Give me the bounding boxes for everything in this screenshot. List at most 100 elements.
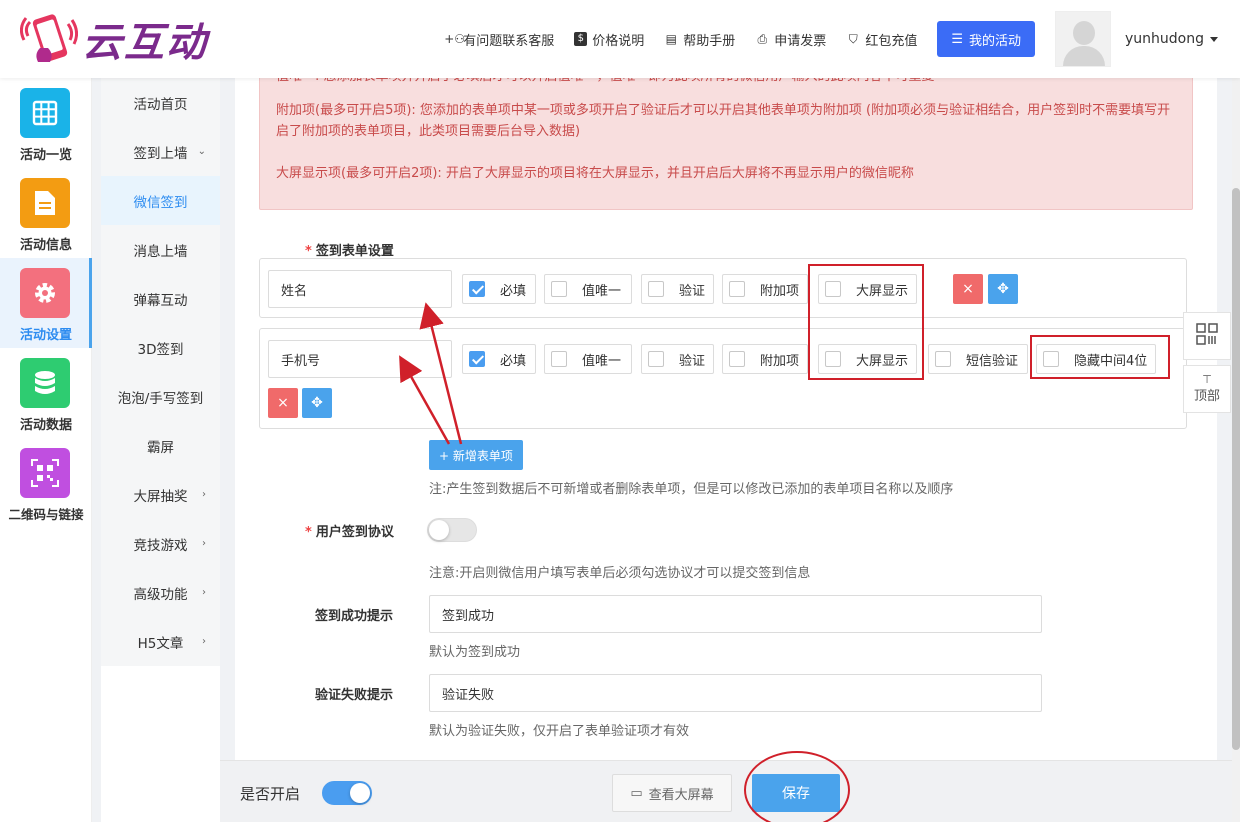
sub-item-signin-wall[interactable]: 签到上墙 ⌄: [101, 127, 220, 176]
printer-icon: ⎙: [757, 31, 768, 46]
alert-line-unique: 值唯一: 您添加表单项并开启了必填后才可以开启值唯一，值唯一即为此项所有的微信用…: [276, 78, 1180, 87]
sub-item-3d-signin[interactable]: 3D签到: [101, 323, 220, 372]
top-nav: +⚇ 有问题联系客服 $ 价格说明 ▤ 帮助手册 ⎙ 申请发票 ⛉ 红包充值 ☰…: [444, 11, 1218, 67]
nav-pricing[interactable]: $ 价格说明: [574, 30, 644, 49]
enabled-label: 是否开启: [240, 785, 301, 803]
fail-tip-note: 默认为验证失败，仅开启了表单验证项才有效: [429, 724, 690, 739]
form-item-name-input[interactable]: 姓名: [268, 270, 452, 308]
main-content: 值唯一: 您添加表单项并开启了必填后才可以开启值唯一，值唯一即为此项所有的微信用…: [235, 78, 1217, 760]
save-label: 保存: [782, 786, 810, 802]
my-activity-button[interactable]: ☰ 我的活动: [937, 21, 1035, 57]
username-label: yunhudong: [1125, 31, 1204, 47]
view-big-screen-button[interactable]: ▭ 查看大屏幕: [612, 774, 732, 812]
form-section-label: * 签到表单设置: [305, 244, 394, 259]
sub-item-label: 高级功能: [133, 586, 188, 603]
agreement-note: 注意:开启则微信用户填写表单后必须勾选协议才可以提交签到信息: [429, 566, 811, 581]
rail-item-data[interactable]: 活动数据: [0, 348, 92, 438]
form-item-name-value: 姓名: [281, 283, 308, 299]
sub-item-bubble-signin[interactable]: 泡泡/手写签到: [101, 372, 220, 421]
checkbox-label: 值唯一: [582, 353, 622, 369]
add-form-item-button[interactable]: + 新增表单项: [429, 440, 523, 470]
agreement-toggle[interactable]: [427, 518, 477, 542]
save-button[interactable]: 保存: [752, 774, 840, 812]
footer-bar: 是否开启 ▭ 查看大屏幕 保存: [220, 760, 1232, 822]
nav-invoice-label: 申请发票: [774, 33, 827, 49]
sub-item-message-wall[interactable]: 消息上墙: [101, 225, 220, 274]
form-section-label-text: 签到表单设置: [315, 244, 394, 259]
list-icon: ☰: [951, 31, 963, 47]
checkbox-label: 附加项: [760, 283, 800, 299]
extra-checkbox[interactable]: 附加项: [722, 274, 808, 304]
verify-checkbox[interactable]: 验证: [641, 344, 714, 374]
checkbox-checked-icon: [469, 281, 485, 297]
qrcode-float-button[interactable]: [1183, 312, 1231, 360]
avatar[interactable]: [1055, 11, 1111, 67]
checkbox-icon: [551, 281, 567, 297]
sub-item-label: 弹幕互动: [133, 292, 188, 309]
scrollbar-thumb[interactable]: [1232, 188, 1240, 750]
sub-item-danmaku[interactable]: 弹幕互动: [101, 274, 220, 323]
checkbox-checked-icon: [469, 351, 485, 367]
rail-item-overview[interactable]: 活动一览: [0, 78, 92, 168]
brand-logo[interactable]: 云互动: [19, 10, 208, 68]
form-row-name: 姓名 必填 值唯一 验证 附加项 大屏显示 × ✥: [259, 258, 1187, 318]
add-user-icon: +⚇: [444, 32, 466, 46]
view-big-screen-label: 查看大屏幕: [648, 787, 714, 803]
sub-item-wechat-signin[interactable]: 微信签到: [101, 176, 220, 225]
success-tip-note: 默认为签到成功: [429, 645, 521, 660]
nav-manual[interactable]: ▤ 帮助手册: [664, 30, 736, 49]
rail-item-settings[interactable]: 活动设置: [0, 258, 92, 348]
success-tip-input[interactable]: 签到成功: [429, 595, 1042, 633]
close-icon: ×: [277, 395, 289, 411]
user-menu[interactable]: yunhudong: [1125, 31, 1218, 47]
chevron-down-icon: ⌄: [197, 146, 206, 157]
success-tip-label: 签到成功提示: [315, 609, 394, 624]
shield-check-icon: ⛉: [848, 31, 858, 46]
sms-verify-checkbox[interactable]: 短信验证: [928, 344, 1028, 374]
move-row-button[interactable]: ✥: [302, 388, 332, 418]
verify-checkbox[interactable]: 验证: [641, 274, 714, 304]
rail-item-info[interactable]: 活动信息: [0, 168, 92, 258]
sub-item-label: 大屏抽奖: [133, 488, 188, 505]
agreement-label: * 用户签到协议: [305, 525, 394, 540]
sub-item-lottery[interactable]: 大屏抽奖 ›: [101, 470, 220, 519]
unique-checkbox[interactable]: 值唯一: [544, 274, 632, 304]
checkbox-icon: [729, 281, 745, 297]
form-row-phone: 手机号 必填 值唯一 验证 附加项 大屏显示 短信验证 隐藏中间4位 × ✥: [259, 328, 1187, 429]
sub-item-label: H5文章: [137, 635, 184, 652]
move-row-button[interactable]: ✥: [988, 274, 1018, 304]
sub-item-label: 泡泡/手写签到: [117, 390, 204, 407]
phone-logo-icon: [19, 10, 79, 68]
hide-middle-digits-checkbox[interactable]: 隐藏中间4位: [1036, 344, 1156, 374]
bigscreen-checkbox[interactable]: 大屏显示: [818, 344, 917, 374]
fail-tip-input[interactable]: 验证失败: [429, 674, 1042, 712]
sub-item-takeover[interactable]: 霸屏: [101, 421, 220, 470]
left-rail: 活动一览 活动信息 活动设置 活动数据 二维码与链接: [0, 78, 92, 822]
nav-invoice[interactable]: ⎙ 申请发票: [755, 30, 826, 49]
back-to-top-button[interactable]: ⊤ 顶部: [1183, 365, 1231, 413]
rail-item-qrcode[interactable]: 二维码与链接: [0, 438, 92, 528]
delete-row-button[interactable]: ×: [268, 388, 298, 418]
sub-item-advanced[interactable]: 高级功能 ›: [101, 568, 220, 617]
rail-label: 活动数据: [19, 418, 72, 433]
unique-checkbox[interactable]: 值唯一: [544, 344, 632, 374]
required-checkbox[interactable]: 必填: [462, 274, 536, 304]
nav-redpack[interactable]: ⛉ 红包充值: [846, 30, 918, 49]
chevron-right-icon: ›: [202, 587, 206, 598]
bigscreen-checkbox[interactable]: 大屏显示: [818, 274, 917, 304]
required-checkbox[interactable]: 必填: [462, 344, 536, 374]
brand-name: 云互动: [82, 20, 208, 66]
sub-menu: 活动首页 签到上墙 ⌄ 微信签到 消息上墙 弹幕互动 3D签到 泡泡/手写签到 霸…: [101, 78, 220, 822]
extra-checkbox[interactable]: 附加项: [722, 344, 808, 374]
grid-icon: [20, 88, 70, 138]
checkbox-icon: [825, 281, 841, 297]
sub-item-home[interactable]: 活动首页: [101, 78, 220, 127]
sub-item-games[interactable]: 竞技游戏 ›: [101, 519, 220, 568]
enabled-toggle[interactable]: [322, 781, 372, 805]
nav-support[interactable]: +⚇ 有问题联系客服: [444, 30, 554, 49]
form-item-phone-input[interactable]: 手机号: [268, 340, 452, 378]
delete-row-button[interactable]: ×: [953, 274, 983, 304]
sub-item-h5-article[interactable]: H5文章 ›: [101, 617, 220, 666]
gear-icon: [20, 268, 70, 318]
chevron-right-icon: ›: [202, 538, 206, 549]
